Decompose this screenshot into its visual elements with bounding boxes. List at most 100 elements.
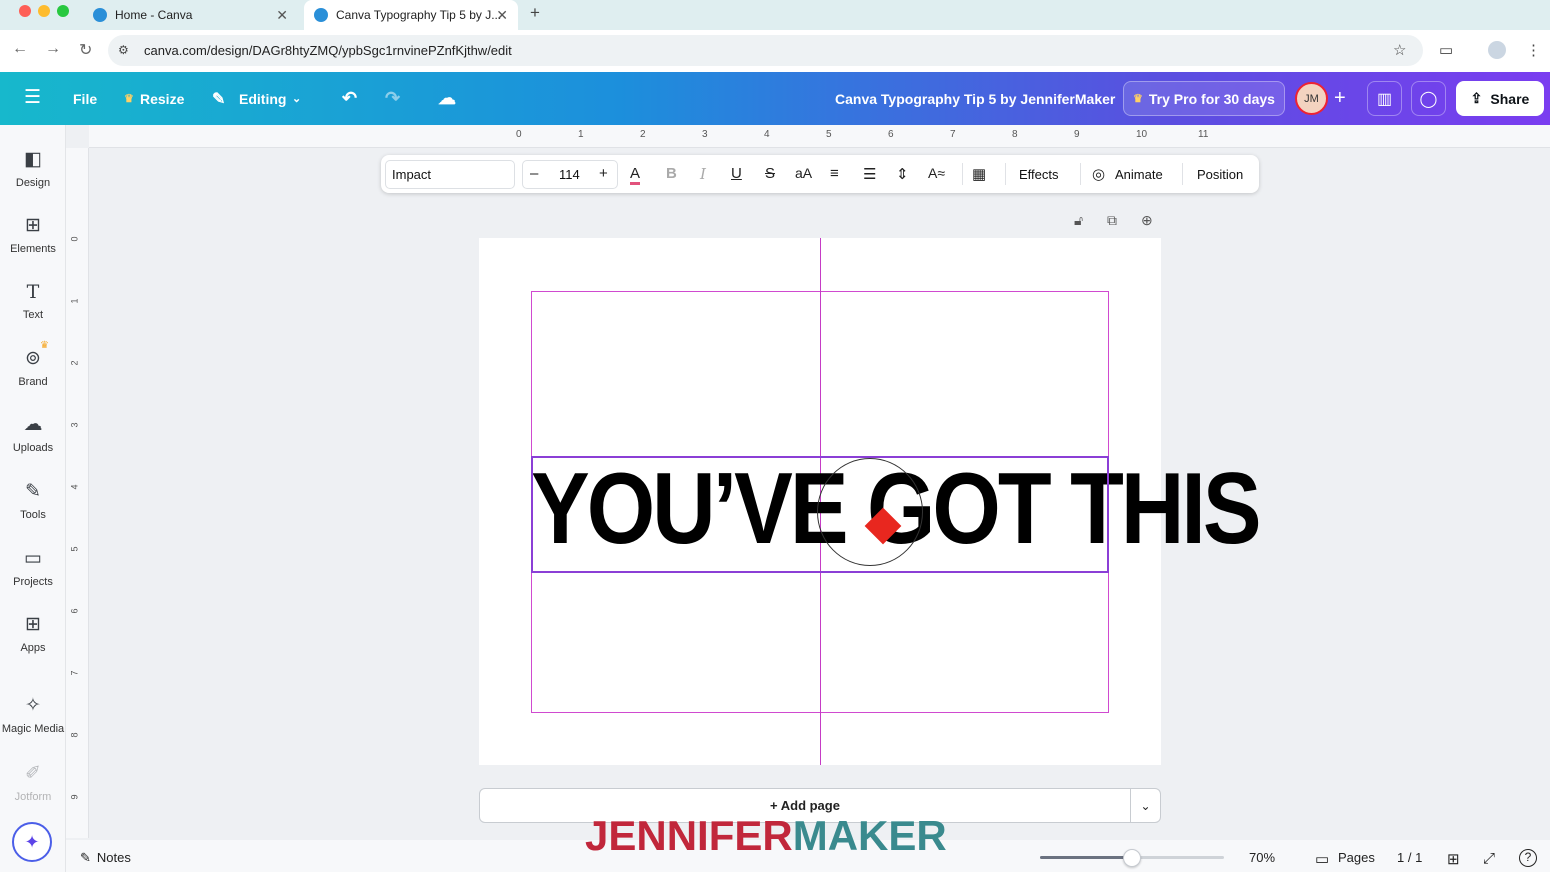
- sidebar-item-jotform[interactable]: ✐ Jotform: [0, 762, 66, 803]
- canva-favicon-icon: [314, 8, 328, 22]
- bookmark-star-icon[interactable]: ☆: [1393, 41, 1406, 59]
- text-effects-icon[interactable]: A≈: [928, 165, 945, 181]
- ruler-tick: 1: [578, 129, 584, 140]
- ruler-tick: 7: [69, 670, 80, 676]
- close-tab-icon[interactable]: ✕: [276, 7, 288, 24]
- document-title[interactable]: Canva Typography Tip 5 by JenniferMaker: [835, 91, 1115, 107]
- sidebar-item-label: Uploads: [12, 442, 54, 454]
- ruler-tick: 2: [640, 129, 646, 140]
- decrease-font-size-button[interactable]: –: [530, 165, 538, 182]
- sidebar-item-magic-media[interactable]: ✧ Magic Media: [0, 694, 66, 735]
- text-color-icon[interactable]: A: [630, 165, 641, 185]
- sidebar-item-label: Elements: [10, 243, 56, 255]
- add-page-icon[interactable]: ⊕: [1141, 212, 1153, 229]
- bold-icon[interactable]: B: [666, 165, 677, 182]
- share-button[interactable]: ⇪ Share: [1456, 81, 1544, 116]
- position-button[interactable]: Position: [1197, 167, 1243, 182]
- site-settings-icon[interactable]: ⚙: [118, 43, 129, 57]
- font-family-dropdown[interactable]: Impact: [385, 160, 515, 189]
- hamburger-icon[interactable]: ☰: [24, 86, 41, 109]
- animate-icon: ◎: [1092, 166, 1106, 183]
- close-window-icon[interactable]: [19, 5, 31, 17]
- back-icon[interactable]: ←: [12, 40, 28, 58]
- lock-icon[interactable]: 🔓︎: [1074, 212, 1083, 229]
- editing-mode-button[interactable]: Editing: [239, 72, 286, 125]
- maximize-window-icon[interactable]: [57, 5, 69, 17]
- cast-icon[interactable]: ▭: [1439, 41, 1453, 59]
- divider: [1182, 163, 1183, 185]
- new-tab-icon[interactable]: +: [530, 3, 540, 23]
- sidebar-item-text[interactable]: T Text: [0, 281, 66, 321]
- chevron-down-icon[interactable]: ⌄: [1130, 788, 1161, 823]
- url-text[interactable]: canva.com/design/DAGr8htyZMQ/ypbSgc1rnvi…: [144, 43, 512, 58]
- tab-title: Home - Canva: [115, 8, 193, 22]
- zoom-level[interactable]: 70%: [1249, 850, 1275, 865]
- try-pro-button[interactable]: ♛ Try Pro for 30 days: [1123, 81, 1285, 116]
- ruler-tick: 1: [69, 298, 80, 304]
- ruler-tick: 5: [826, 129, 832, 140]
- cursor-highlight: [817, 458, 923, 566]
- try-pro-label: Try Pro for 30 days: [1148, 90, 1275, 107]
- browser-tab-home[interactable]: Home - Canva ✕: [83, 0, 298, 30]
- list-icon[interactable]: ☰: [863, 165, 876, 183]
- insights-icon[interactable]: ▥: [1367, 81, 1402, 116]
- sidebar-item-uploads[interactable]: ☁ Uploads: [0, 413, 66, 454]
- sidebar-item-label: Text: [22, 309, 44, 321]
- effects-button[interactable]: Effects: [1019, 167, 1059, 182]
- strikethrough-icon[interactable]: S: [765, 165, 775, 182]
- redo-icon[interactable]: ↷: [385, 72, 400, 125]
- zoom-slider-thumb[interactable]: [1123, 849, 1141, 867]
- file-menu-button[interactable]: File: [73, 72, 97, 125]
- align-center-icon[interactable]: ≡: [830, 165, 839, 182]
- sidebar-item-brand[interactable]: ⊚ Brand: [0, 347, 66, 388]
- italic-icon[interactable]: I: [700, 165, 706, 183]
- underline-icon[interactable]: U: [731, 165, 742, 182]
- ruler-tick: 6: [69, 608, 80, 614]
- cloud-save-icon[interactable]: ☁: [438, 72, 456, 125]
- close-tab-icon[interactable]: ✕: [496, 7, 508, 24]
- ruler-tick: 4: [69, 484, 80, 490]
- sidebar-item-apps[interactable]: ⊞ Apps: [0, 613, 66, 654]
- increase-font-size-button[interactable]: +: [599, 165, 608, 182]
- comment-icon[interactable]: ◯: [1411, 81, 1446, 116]
- reload-icon[interactable]: ↻: [79, 40, 92, 60]
- browser-tab-design[interactable]: Canva Typography Tip 5 by J... ✕: [304, 0, 518, 30]
- help-button[interactable]: ?: [1519, 849, 1537, 867]
- pages-button[interactable]: Pages: [1338, 850, 1375, 865]
- minimize-window-icon[interactable]: [38, 5, 50, 17]
- sidebar-item-label: Magic Media: [1, 723, 65, 735]
- magic-assistant-button[interactable]: ✦: [12, 822, 52, 862]
- pencil-icon: ✎: [212, 90, 226, 108]
- grid-view-icon[interactable]: ⊞: [1447, 850, 1460, 868]
- tab-title: Canva Typography Tip 5 by J...: [336, 8, 502, 22]
- page-count: 1 / 1: [1397, 850, 1423, 865]
- sidebar-item-projects[interactable]: ▭ Projects: [0, 547, 66, 588]
- letter-case-icon[interactable]: aA: [795, 165, 812, 181]
- add-collaborator-icon[interactable]: +: [1334, 72, 1346, 125]
- chevron-down-icon[interactable]: ⌄: [292, 72, 301, 125]
- undo-icon[interactable]: ↶: [342, 72, 357, 125]
- forward-icon[interactable]: →: [45, 40, 61, 58]
- user-avatar[interactable]: JM: [1295, 82, 1328, 115]
- animate-button[interactable]: Animate: [1115, 167, 1163, 182]
- ruler-tick: 0: [516, 129, 522, 140]
- jennifermaker-watermark: JENNIFERMAKER: [585, 812, 947, 860]
- watermark-part2: MAKER: [792, 812, 947, 859]
- font-size-input[interactable]: 114: [559, 167, 580, 182]
- notes-button[interactable]: ✎ Notes: [80, 850, 131, 866]
- transparency-icon[interactable]: ▦: [972, 165, 986, 183]
- ruler-tick: 9: [1074, 129, 1080, 140]
- top-ruler: [89, 125, 1550, 148]
- sidebar-item-tools[interactable]: ✎ Tools: [0, 480, 66, 521]
- resize-button[interactable]: Resize: [140, 72, 184, 125]
- browser-menu-icon[interactable]: ⋮: [1526, 41, 1541, 59]
- spacing-icon[interactable]: ⇕: [896, 165, 909, 183]
- fullscreen-icon[interactable]: ⤢: [1483, 850, 1495, 867]
- apps-icon: ⊞: [25, 614, 41, 635]
- ruler-tick: 3: [69, 422, 80, 428]
- sidebar-item-design[interactable]: ◧ Design: [0, 148, 66, 189]
- duplicate-page-icon[interactable]: ⧉: [1107, 212, 1117, 229]
- profile-avatar-icon[interactable]: [1488, 41, 1506, 59]
- sidebar-item-elements[interactable]: ⊞ Elements: [0, 214, 66, 255]
- projects-icon: ▭: [24, 548, 42, 569]
